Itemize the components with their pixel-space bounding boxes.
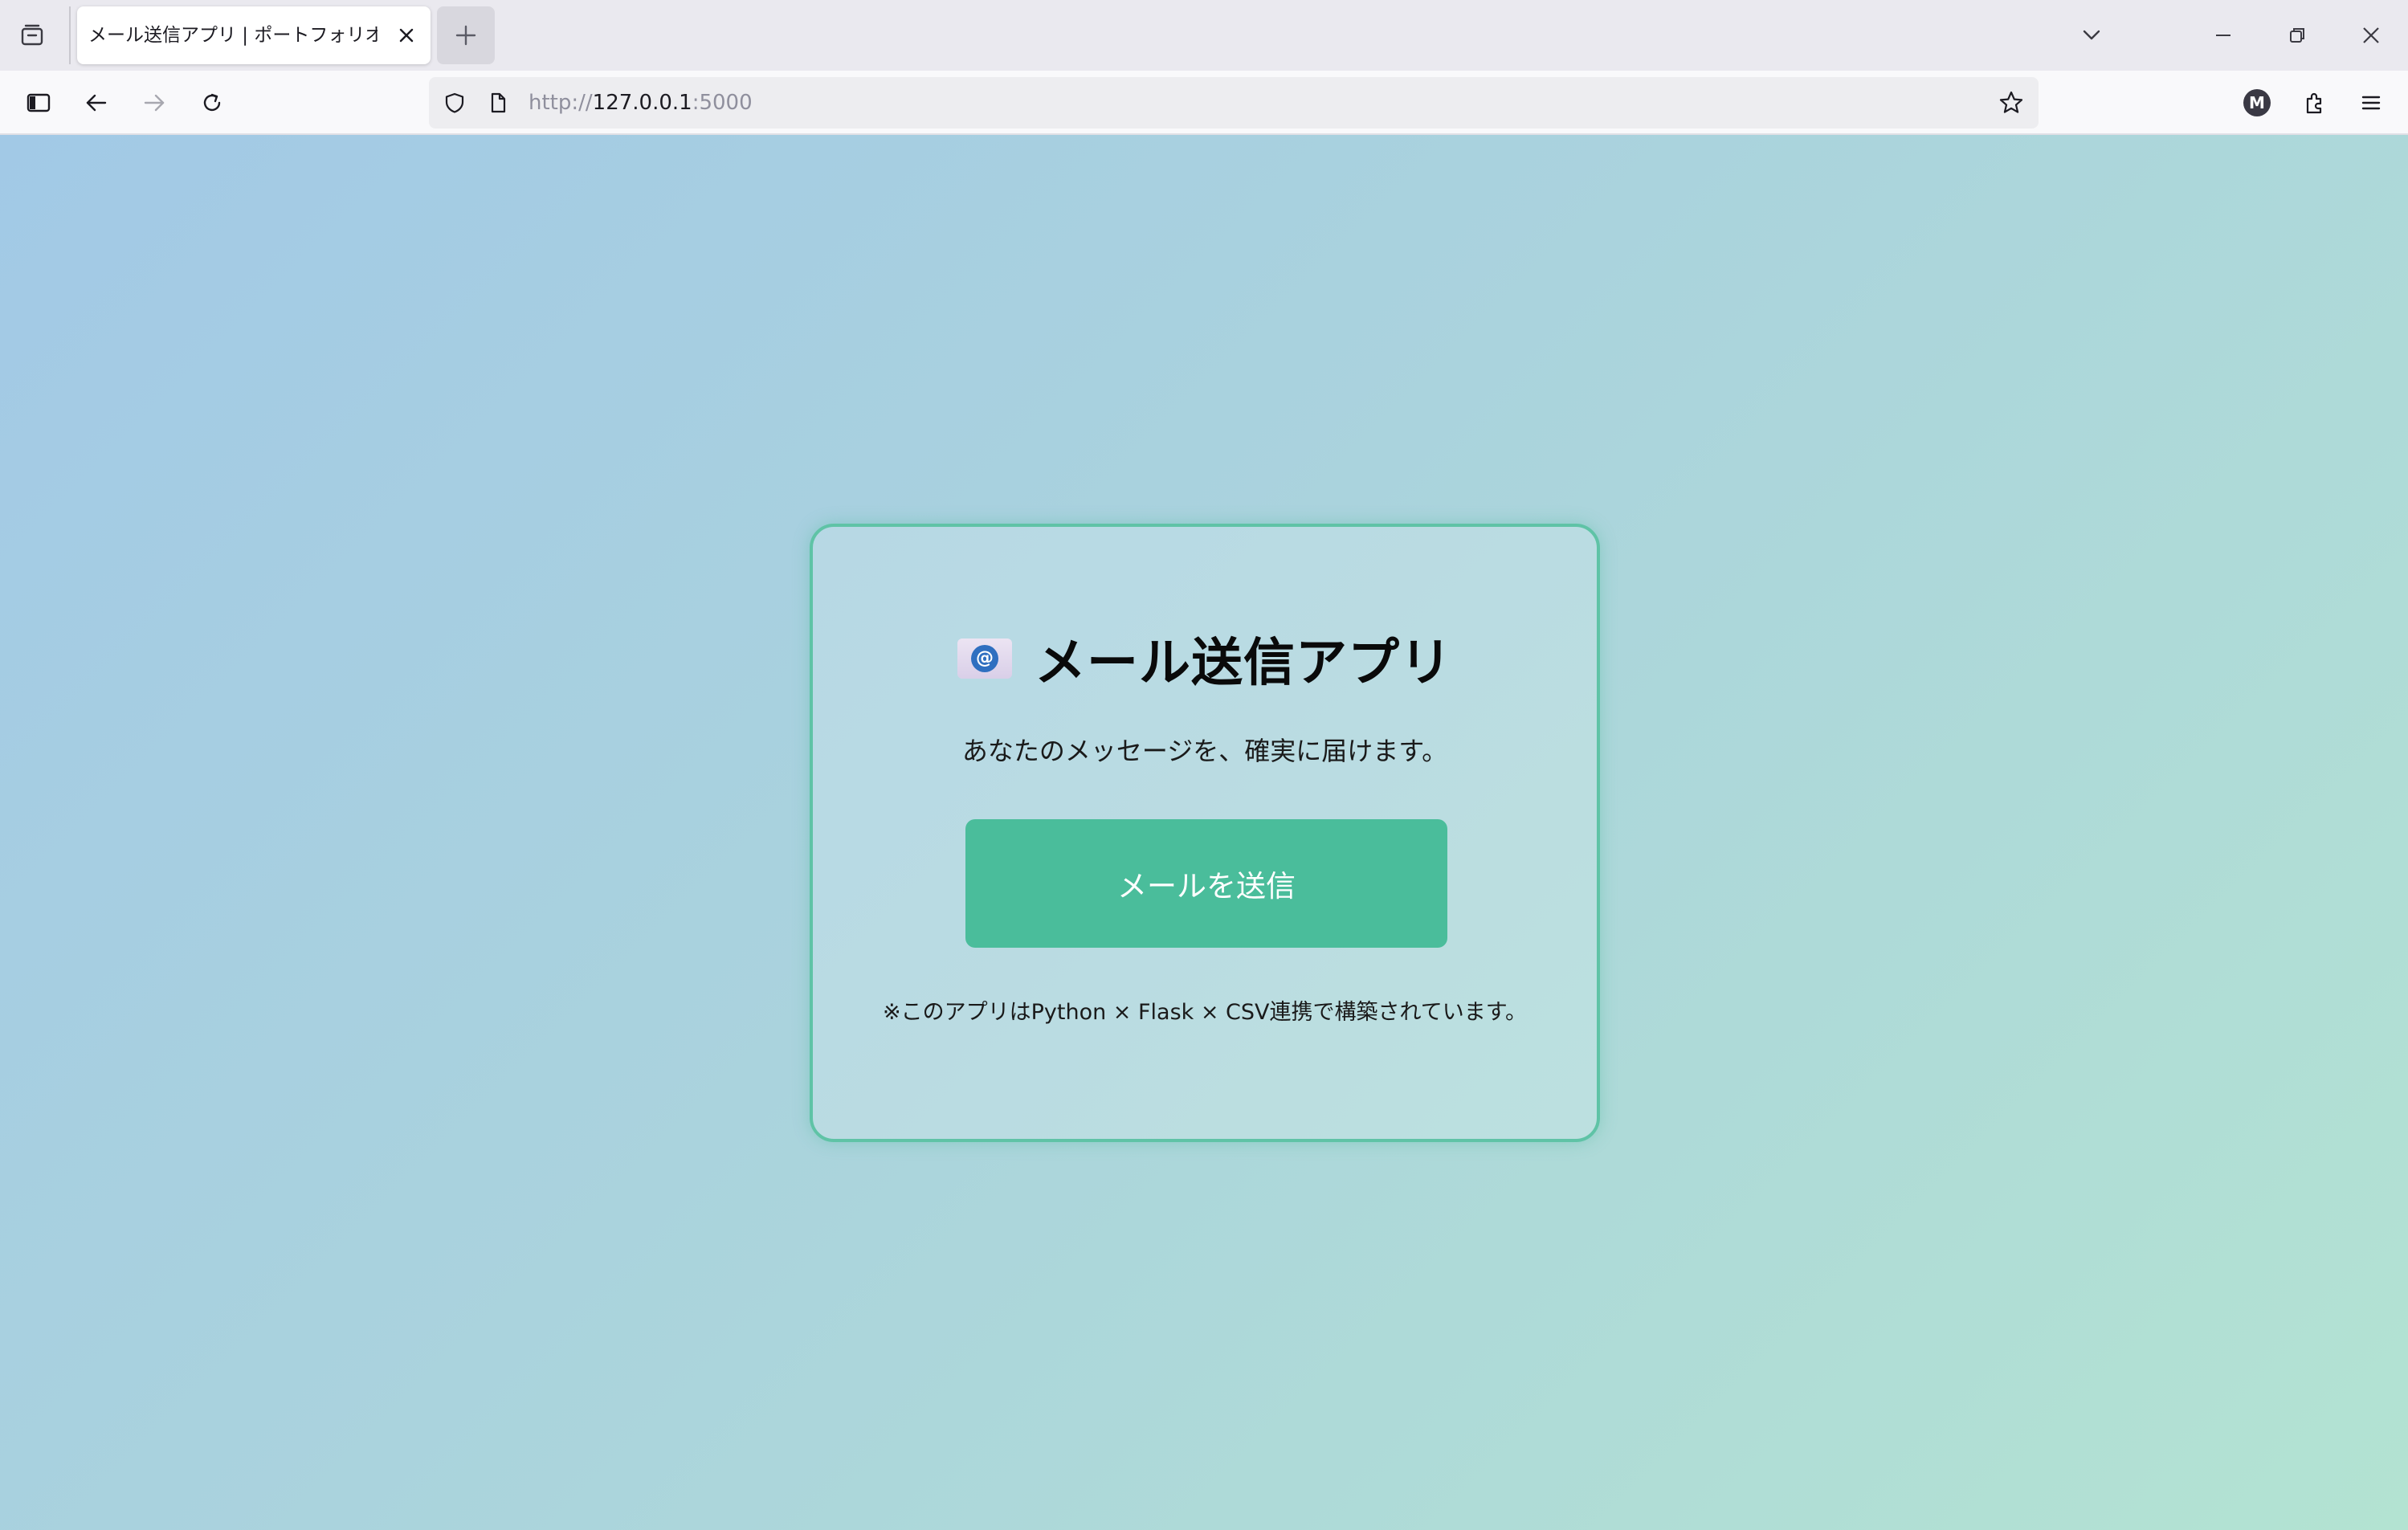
- url-port: :5000: [692, 91, 753, 115]
- url-scheme: http://: [529, 91, 593, 115]
- mail-at-icon: @: [957, 639, 1012, 679]
- account-button[interactable]: M: [2239, 85, 2275, 120]
- url-host: 127.0.0.1: [592, 91, 692, 115]
- avatar: M: [2243, 89, 2271, 116]
- url-text[interactable]: http://127.0.0.1:5000: [529, 77, 753, 129]
- close-icon[interactable]: [392, 21, 421, 50]
- app-card: @ メール送信アプリ あなたのメッセージを、確実に届けます。 メールを送信 ※こ…: [810, 524, 1600, 1142]
- minimize-icon[interactable]: [2199, 11, 2247, 59]
- tech-stack-note: ※このアプリはPython × Flask × CSV連携で構築されています。: [882, 1000, 1528, 1025]
- page-heading: @ メール送信アプリ: [813, 622, 1597, 696]
- hamburger-menu-icon[interactable]: [2347, 79, 2395, 127]
- tab-title: メール送信アプリ | ポートフォリオ: [88, 25, 378, 46]
- shield-icon[interactable]: [437, 85, 472, 120]
- tab-bar: メール送信アプリ | ポートフォリオ: [0, 0, 2408, 71]
- star-icon[interactable]: [1994, 85, 2029, 120]
- new-tab-button[interactable]: [437, 6, 495, 64]
- active-tab[interactable]: メール送信アプリ | ポートフォリオ: [77, 6, 431, 64]
- document-icon[interactable]: [480, 85, 516, 120]
- tab-list-icon[interactable]: [11, 14, 53, 56]
- sidebar-icon[interactable]: [14, 79, 63, 127]
- tab-divider: [69, 6, 71, 64]
- arrow-left-icon[interactable]: [72, 79, 120, 127]
- puzzle-icon[interactable]: [2291, 79, 2339, 127]
- arrow-right-icon[interactable]: [130, 79, 178, 127]
- restore-icon[interactable]: [2273, 11, 2321, 59]
- reload-icon[interactable]: [188, 79, 236, 127]
- send-mail-button[interactable]: メールを送信: [965, 819, 1447, 948]
- chevron-down-icon[interactable]: [2067, 11, 2116, 59]
- page-title: メール送信アプリ: [1035, 634, 1452, 693]
- page-viewport: @ メール送信アプリ あなたのメッセージを、確実に届けます。 メールを送信 ※こ…: [0, 135, 2408, 1530]
- url-bar[interactable]: http://127.0.0.1:5000: [429, 77, 2039, 129]
- navigation-toolbar: http://127.0.0.1:5000 M: [0, 71, 2408, 135]
- plus-icon: [455, 25, 476, 46]
- close-window-icon[interactable]: [2347, 11, 2395, 59]
- page-subtitle: あなたのメッセージを、確実に届けます。: [961, 736, 1448, 766]
